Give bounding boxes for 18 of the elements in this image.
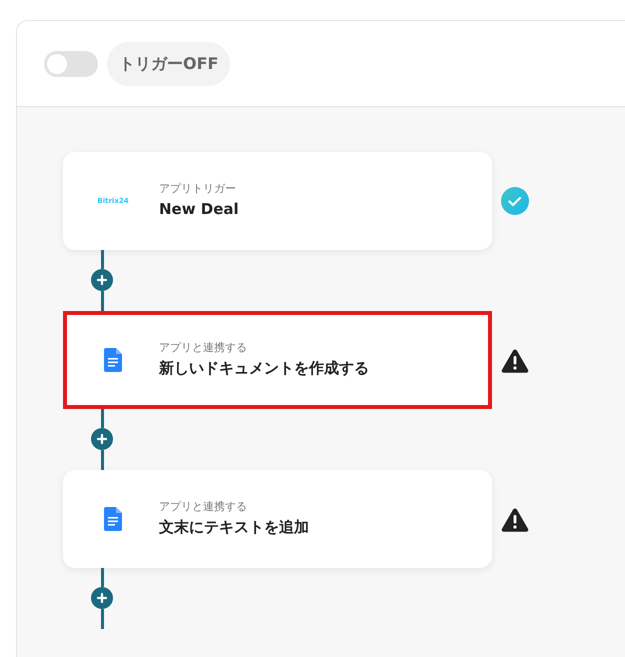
add-step-button[interactable] <box>91 428 113 450</box>
add-step-button[interactable] <box>91 587 113 609</box>
add-step-button[interactable] <box>91 269 113 291</box>
step-subtitle: アプリと連携する <box>159 340 248 356</box>
document-icon <box>104 507 122 531</box>
plus-icon <box>97 593 107 603</box>
step-card[interactable]: アプリと連携する 新しいドキュメントを作成する <box>63 311 492 409</box>
step-subtitle: アプリと連携する <box>159 499 248 515</box>
plus-icon <box>97 434 107 444</box>
trigger-status-label: トリガーOFF <box>107 42 230 86</box>
step-title: 新しいドキュメントを作成する <box>159 358 369 379</box>
plus-icon <box>97 275 107 285</box>
trigger-toggle[interactable] <box>44 50 98 76</box>
step-title: 文末にテキストを追加 <box>159 517 309 538</box>
document-icon <box>104 348 122 372</box>
step-subtitle: アプリトリガー <box>159 181 237 197</box>
step-card[interactable]: アプリと連携する 文末にテキストを追加 <box>63 470 492 568</box>
step-title: New Deal <box>159 199 239 220</box>
